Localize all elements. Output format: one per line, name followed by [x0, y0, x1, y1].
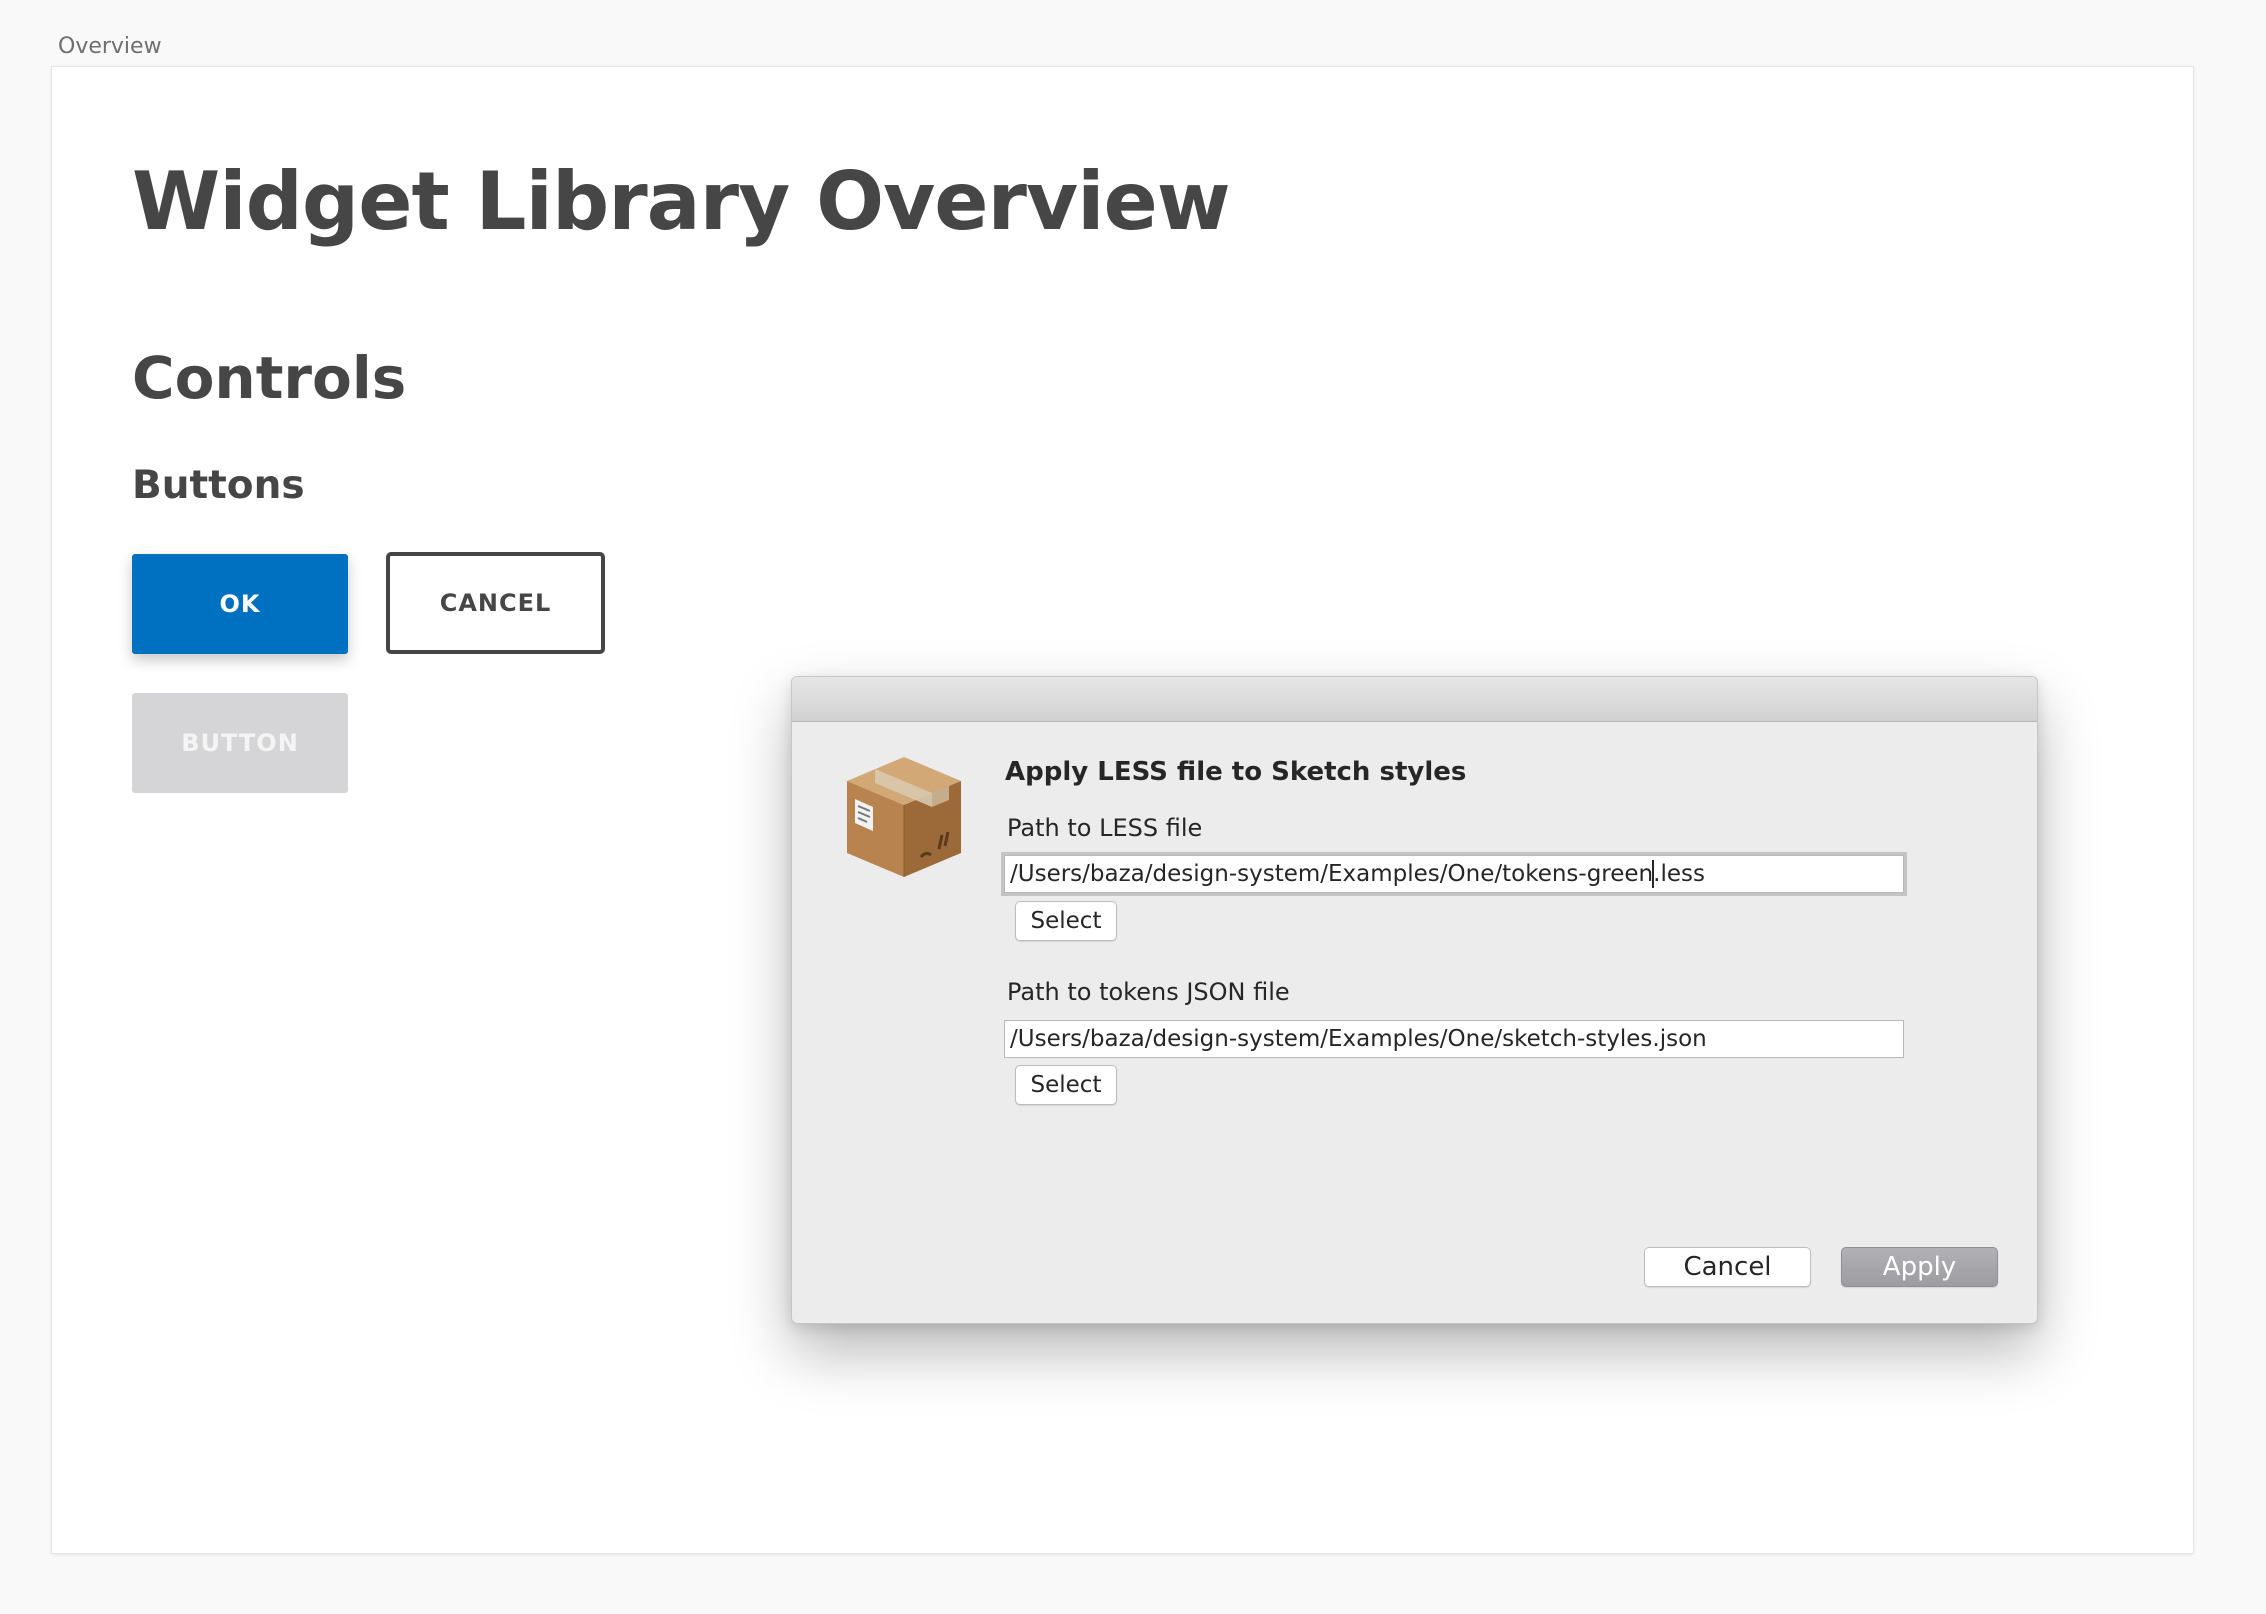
json-path-label: Path to tokens JSON file: [1007, 978, 1290, 1006]
json-path-input[interactable]: /Users/baza/design-system/Examples/One/s…: [1004, 1020, 1904, 1058]
less-path-input[interactable]: /Users/baza/design-system/Examples/One/t…: [1004, 855, 1904, 893]
dialog-heading: Apply LESS file to Sketch styles: [1005, 757, 1467, 787]
package-box-icon: [841, 753, 967, 881]
select-less-button[interactable]: Select: [1015, 901, 1117, 941]
select-json-button[interactable]: Select: [1015, 1065, 1117, 1105]
apply-less-dialog: Apply LESS file to Sketch styles Path to…: [791, 676, 2038, 1324]
page-title: Widget Library Overview: [132, 155, 1231, 248]
cancel-demo-button[interactable]: CANCEL: [386, 552, 605, 654]
dialog-apply-button[interactable]: Apply: [1841, 1247, 1998, 1287]
less-path-value-start: /Users/baza/design-system/Examples/One/t…: [1010, 861, 1654, 887]
ok-button[interactable]: OK: [132, 554, 348, 654]
artboard-label[interactable]: Overview: [58, 34, 162, 59]
less-path-value-end: .less: [1653, 861, 1705, 887]
dialog-titlebar[interactable]: [792, 677, 2037, 722]
section-title: Controls: [132, 344, 407, 412]
dialog-cancel-button[interactable]: Cancel: [1644, 1247, 1811, 1287]
subsection-title: Buttons: [132, 463, 305, 508]
disabled-button: BUTTON: [132, 693, 348, 793]
json-path-value: /Users/baza/design-system/Examples/One/s…: [1010, 1026, 1707, 1052]
less-path-label: Path to LESS file: [1007, 814, 1203, 842]
